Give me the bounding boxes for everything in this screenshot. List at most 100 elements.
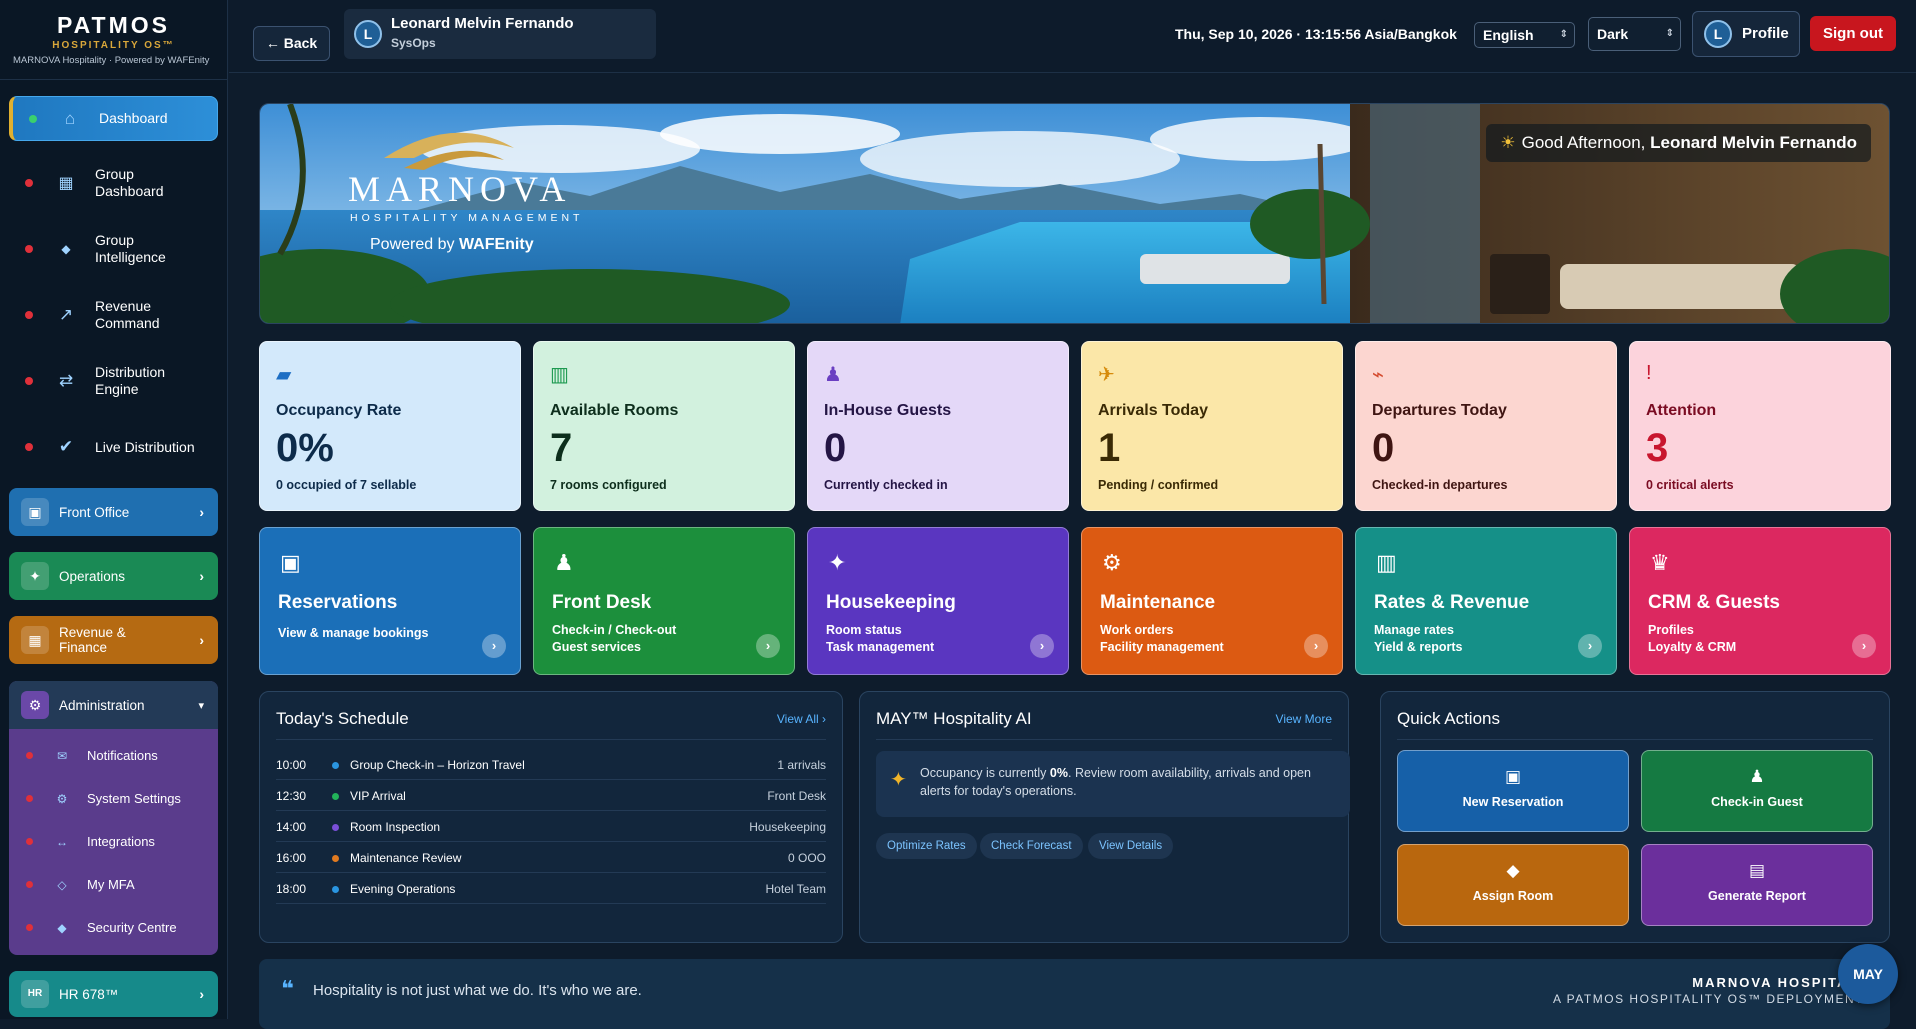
stat-card[interactable]: ▥ Available Rooms 7 7 rooms configured	[533, 341, 795, 511]
stat-card[interactable]: ⌁ Departures Today 0 Checked-in departur…	[1355, 341, 1617, 511]
schedule-detail: 0 OOO	[787, 851, 826, 865]
module-card[interactable]: ⚙ Maintenance Work orders Facility manage…	[1081, 527, 1343, 675]
subitem-label: My MFA	[87, 877, 135, 892]
module-line: Yield & reports	[1374, 640, 1463, 654]
sidebar-item-revenue-command[interactable]: ↗ Revenue Command	[9, 292, 218, 338]
quick-action-button[interactable]: ♟ Check-in Guest	[1641, 750, 1873, 832]
diamond-icon: ◆	[57, 920, 67, 935]
quick-actions-title: Quick Actions	[1397, 709, 1500, 728]
marnova-wordmark: MARNOVA	[348, 169, 572, 209]
chevron-down-icon: ▾	[198, 699, 204, 712]
sidebar-subitem-integrations[interactable]: ↔ Integrations	[9, 820, 218, 863]
alert-icon: !	[1646, 362, 1652, 384]
stat-title: Attention	[1646, 402, 1717, 419]
schedule-event: Maintenance Review	[350, 851, 462, 865]
chevron-right-icon[interactable]: ›	[1304, 634, 1328, 658]
powered-prefix: Powered by	[370, 236, 459, 253]
sidebar-item-label: Group Intelligence	[95, 232, 166, 265]
quick-action-label: Check-in Guest	[1711, 795, 1803, 809]
avatar: L	[1704, 20, 1732, 48]
status-dot	[25, 311, 33, 319]
stat-subtitle: 0 occupied of 7 sellable	[276, 478, 417, 492]
msg-value: 0%	[1049, 766, 1068, 780]
module-card[interactable]: ♛ CRM & Guests Profiles Loyalty & CRM ›	[1629, 527, 1891, 675]
module-title: Maintenance	[1100, 592, 1216, 613]
group-label: Administration	[59, 697, 145, 713]
status-dot	[26, 752, 33, 759]
stat-card[interactable]: ! Attention 3 0 critical alerts	[1629, 341, 1891, 511]
view-more-link[interactable]: View More	[1276, 712, 1332, 726]
quick-action-button[interactable]: ▤ Generate Report	[1641, 844, 1873, 926]
module-card[interactable]: ▥ Rates & Revenue Manage rates Yield & re…	[1355, 527, 1617, 675]
stat-card[interactable]: ▰ Occupancy Rate 0% 0 occupied of 7 sell…	[259, 341, 521, 511]
module-card[interactable]: ♟ Front Desk Check-in / Check-out Guest s…	[533, 527, 795, 675]
chevron-right-icon[interactable]: ›	[1852, 634, 1876, 658]
theme-select[interactable]: Dark ⇕	[1588, 17, 1681, 51]
status-dot	[25, 443, 33, 451]
marnova-tagline: HOSPITALITY MANAGEMENT	[350, 212, 584, 224]
back-button[interactable]: ← Back	[253, 26, 330, 61]
schedule-time: 12:30	[276, 789, 307, 803]
user-name: Leonard Melvin Fernando	[391, 15, 574, 32]
sidebar-group-front-office[interactable]: ▣ Front Office ›	[9, 488, 218, 536]
sidebar-item-group-intelligence[interactable]: ◆ Group Intelligence	[9, 226, 218, 272]
sidebar-item-live-distribution[interactable]: ✔ Live Distribution	[9, 432, 218, 462]
stat-card[interactable]: ♟ In-House Guests 0 Currently checked in	[807, 341, 1069, 511]
avatar: L	[354, 20, 382, 48]
sign-out-button[interactable]: Sign out	[1810, 16, 1896, 51]
group-label: Front Office	[59, 504, 130, 520]
module-card[interactable]: ▣ Reservations View & manage bookings ›	[259, 527, 521, 675]
crown-icon: ♛	[1650, 550, 1670, 575]
sidebar-group-operations[interactable]: ✦ Operations ›	[9, 552, 218, 600]
status-dot	[29, 114, 37, 123]
stat-value: 3	[1646, 426, 1669, 470]
module-description: Manage rates Yield & reports	[1374, 622, 1462, 656]
chevron-right-icon[interactable]: ›	[1578, 634, 1602, 658]
chevron-right-icon[interactable]: ›	[482, 634, 506, 658]
stat-subtitle: 7 rooms configured	[550, 478, 667, 492]
module-line: Room status	[826, 623, 902, 637]
quick-action-button[interactable]: ▣ New Reservation	[1397, 750, 1629, 832]
schedule-row: 14:00 Room Inspection Housekeeping	[276, 811, 826, 842]
sidebar-subitem-system-settings[interactable]: ⚙ System Settings	[9, 777, 218, 820]
subitem-label: Integrations	[87, 834, 155, 849]
module-title: CRM & Guests	[1648, 592, 1780, 613]
sidebar-item-distribution-engine[interactable]: ⇄ Distribution Engine	[9, 358, 218, 404]
trend-arrow-icon: ↗	[58, 305, 74, 324]
module-line: Loyalty & CRM	[1648, 640, 1737, 654]
sidebar-subitem-my-mfa[interactable]: ◇ My MFA	[9, 863, 218, 906]
view-all-link[interactable]: View All ›	[777, 712, 826, 726]
may-assistant-button[interactable]: MAY	[1838, 944, 1898, 1004]
marnova-logo-mark	[344, 118, 554, 174]
stat-value: 0%	[276, 426, 334, 470]
check-forecast-chip[interactable]: Check Forecast	[980, 833, 1083, 859]
sidebar-subitem-notifications[interactable]: ✉ Notifications	[9, 734, 218, 777]
stat-card[interactable]: ✈ Arrivals Today 1 Pending / confirmed	[1081, 341, 1343, 511]
status-dot	[26, 838, 33, 845]
quick-action-button[interactable]: ◆ Assign Room	[1397, 844, 1629, 926]
module-card[interactable]: ✦ Housekeeping Room status Task managemen…	[807, 527, 1069, 675]
optimize-rates-chip[interactable]: Optimize Rates	[876, 833, 977, 859]
view-details-chip[interactable]: View Details	[1088, 833, 1174, 859]
chevron-right-icon[interactable]: ›	[756, 634, 780, 658]
language-select[interactable]: English ⇕	[1474, 22, 1575, 48]
link-arrows-icon: ↔	[56, 834, 68, 849]
module-title: Front Desk	[552, 592, 652, 613]
sidebar-group-hr[interactable]: HR HR 678™ ›	[9, 971, 218, 1017]
schedule-event: Group Check-in – Horizon Travel	[350, 758, 525, 772]
select-arrows-icon: ⇕	[1559, 29, 1568, 40]
profile-button[interactable]: L Profile	[1692, 11, 1800, 57]
sidebar-item-group-dashboard[interactable]: ▦ Group Dashboard	[9, 160, 218, 206]
schedule-dot	[332, 793, 339, 800]
bell-icon: ♟	[554, 550, 574, 575]
module-description: Check-in / Check-out Guest services	[552, 622, 676, 656]
ai-message: ✦ Occupancy is currently 0%. Review room…	[876, 751, 1350, 817]
stat-title: Available Rooms	[550, 402, 679, 419]
sidebar-item-dashboard[interactable]: ⌂ Dashboard	[9, 96, 218, 141]
sidebar-group-administration[interactable]: ⚙ Administration ▾	[9, 681, 218, 729]
sidebar-group-revenue-finance[interactable]: ▦ Revenue & Finance ›	[9, 616, 218, 664]
sidebar-subitem-security-centre[interactable]: ◆ Security Centre	[9, 906, 218, 949]
person-icon: ♟	[824, 364, 842, 386]
chevron-right-icon[interactable]: ›	[1030, 634, 1054, 658]
diamond-outline-icon: ◇	[57, 877, 67, 892]
